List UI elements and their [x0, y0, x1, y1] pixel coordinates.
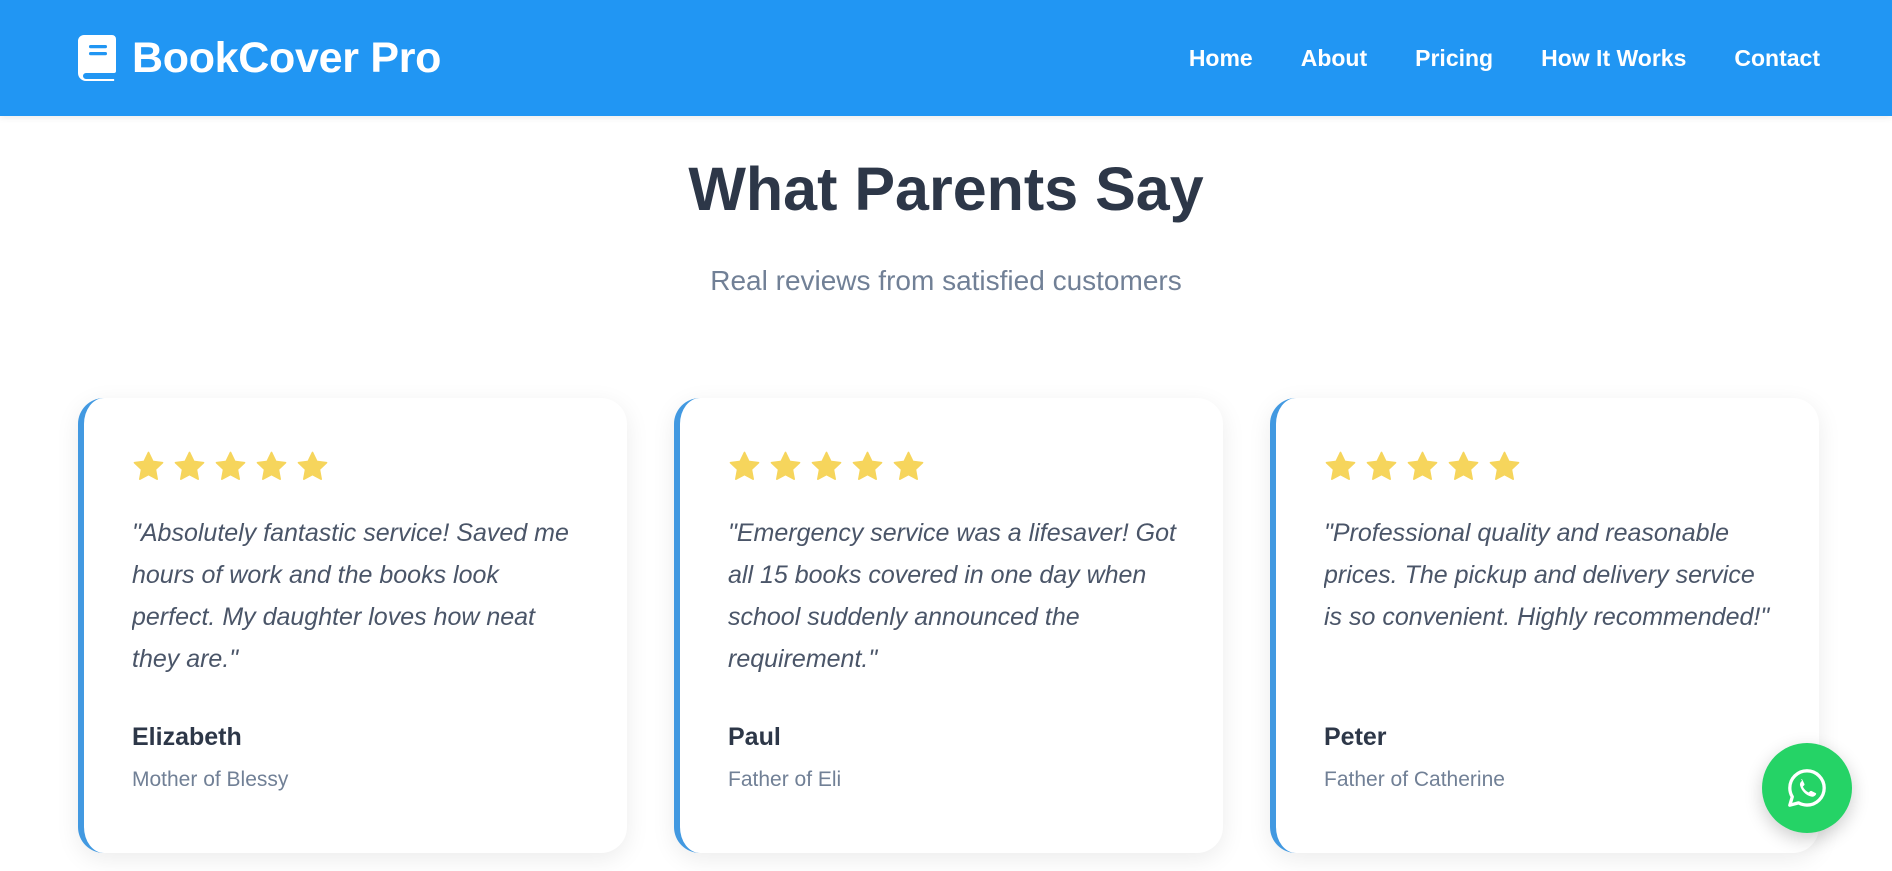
testimonial-quote: "Absolutely fantastic service! Saved me …: [132, 519, 569, 673]
testimonial-author: Elizabeth: [132, 723, 242, 751]
testimonial-cards: "Absolutely fantastic service! Saved me …: [78, 398, 1820, 853]
star-icon: [256, 451, 287, 480]
testimonial-author: Paul: [728, 723, 781, 751]
star-icon: [297, 451, 328, 480]
testimonial-card: "Professional quality and reasonable pri…: [1270, 398, 1819, 853]
testimonial-quote: "Professional quality and reasonable pri…: [1324, 519, 1770, 631]
testimonial-card: "Emergency service was a lifesaver! Got …: [674, 398, 1223, 853]
star-rating: [728, 450, 1177, 486]
testimonial-relation: Father of Eli: [728, 768, 842, 791]
star-icon: [133, 451, 164, 480]
star-icon: [1489, 451, 1520, 480]
star-icon: [729, 451, 760, 480]
star-icon: [852, 451, 883, 480]
star-icon: [770, 451, 801, 480]
testimonial-relation: Mother of Blessy: [132, 768, 289, 791]
whatsapp-icon: [1788, 769, 1826, 807]
star-icon: [1448, 451, 1479, 480]
nav-link-how-it-works[interactable]: How It Works: [1541, 45, 1686, 72]
book-icon: [78, 35, 116, 81]
testimonial-quote: "Emergency service was a lifesaver! Got …: [728, 519, 1176, 673]
testimonial-relation: Father of Catherine: [1324, 768, 1505, 791]
nav-link-contact[interactable]: Contact: [1734, 45, 1820, 72]
star-icon: [893, 451, 924, 480]
navbar: BookCover Pro Home About Pricing How It …: [0, 0, 1892, 116]
star-icon: [1366, 451, 1397, 480]
star-icon: [215, 451, 246, 480]
star-icon: [811, 451, 842, 480]
testimonial-card: "Absolutely fantastic service! Saved me …: [78, 398, 627, 853]
nav-link-home[interactable]: Home: [1189, 45, 1253, 72]
section-subtitle: Real reviews from satisfied customers: [710, 265, 1182, 296]
star-icon: [1325, 451, 1356, 480]
star-icon: [174, 451, 205, 480]
nav-link-pricing[interactable]: Pricing: [1415, 45, 1493, 72]
star-rating: [1324, 450, 1773, 486]
whatsapp-button[interactable]: [1762, 743, 1852, 833]
brand-logo-link[interactable]: BookCover Pro: [78, 34, 441, 82]
star-rating: [132, 450, 581, 486]
nav-link-about[interactable]: About: [1301, 45, 1367, 72]
section-title: What Parents Say: [688, 155, 1204, 223]
star-icon: [1407, 451, 1438, 480]
main-nav: Home About Pricing How It Works Contact: [1189, 40, 1820, 76]
brand-name: BookCover Pro: [132, 33, 442, 82]
testimonial-author: Peter: [1324, 723, 1387, 751]
